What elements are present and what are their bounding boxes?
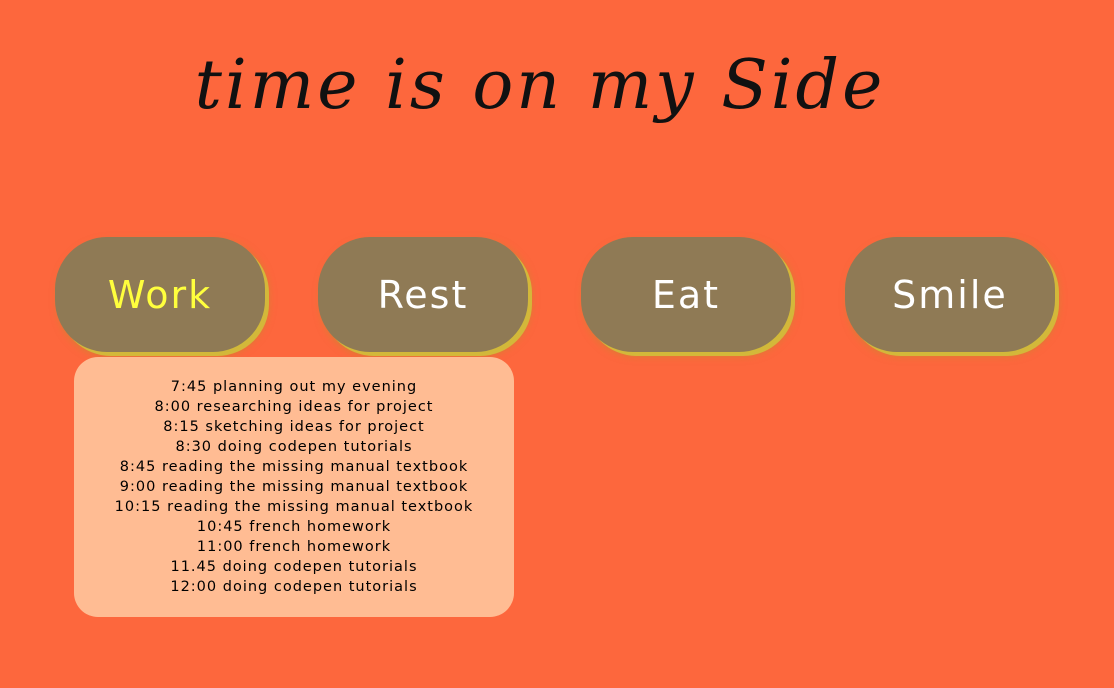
schedule-item: 10:15 reading the missing manual textboo…	[114, 499, 474, 515]
schedule-item: 8:45 reading the missing manual textbook	[119, 459, 469, 475]
schedule-item: 7:45 planning out my evening	[170, 379, 418, 395]
tab-work[interactable]: Work	[55, 237, 265, 352]
schedule-item: 11.45 doing codepen tutorials	[170, 559, 418, 575]
schedule-item: 11:00 french homework	[196, 539, 392, 555]
work-schedule-panel: 7:45 planning out my evening 8:00 resear…	[74, 357, 514, 617]
schedule-item: 8:15 sketching ideas for project	[163, 419, 425, 435]
schedule-item: 8:30 doing codepen tutorials	[175, 439, 413, 455]
page-title: time is on my Side	[194, 46, 886, 125]
tab-eat[interactable]: Eat	[581, 237, 791, 352]
tab-rest[interactable]: Rest	[318, 237, 528, 352]
schedule-item: 12:00 doing codepen tutorials	[170, 579, 418, 595]
tab-smile[interactable]: Smile	[845, 237, 1055, 352]
schedule-item: 9:00 reading the missing manual textbook	[119, 479, 469, 495]
schedule-item: 10:45 french homework	[196, 519, 392, 535]
schedule-item: 8:00 researching ideas for project	[154, 399, 434, 415]
